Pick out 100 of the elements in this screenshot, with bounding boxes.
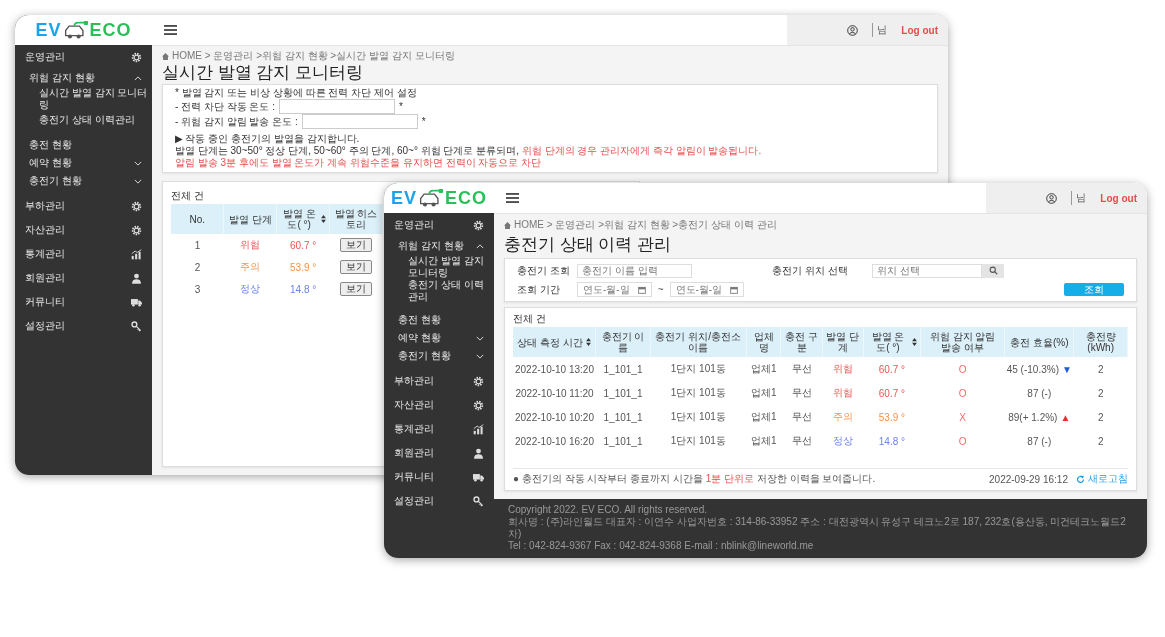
- table-cell: 2: [1097, 387, 1104, 399]
- sidebar-item[interactable]: 충전기 현황: [15, 172, 152, 190]
- warning-text: 알림 발송 3분 후에도 발열 온도가 계속 위험수준을 유지하면 전력이 자동으로 차단: [175, 157, 543, 169]
- table-cell: O: [958, 387, 967, 399]
- sidebar-item[interactable]: 설정관리: [15, 314, 152, 338]
- search-button[interactable]: [982, 263, 1004, 278]
- column-header: 상태 측정 시간: [517, 336, 583, 348]
- sidebar-item[interactable]: 회원관리: [15, 266, 152, 290]
- menu-icon: [164, 25, 177, 35]
- sidebar-item[interactable]: 운영관리: [15, 45, 152, 69]
- table-cell: 정상: [832, 435, 853, 446]
- gear-icon: [131, 200, 142, 212]
- sidebar-item[interactable]: 부하관리: [384, 369, 494, 393]
- sidebar-item[interactable]: 통계관리: [384, 417, 494, 441]
- table-cell: 60.7 °: [878, 387, 905, 399]
- table-cell: 위험: [832, 363, 853, 374]
- input-field[interactable]: [279, 99, 395, 114]
- home-icon: [162, 52, 169, 60]
- sidebar-item[interactable]: 커뮤니티: [384, 465, 494, 489]
- sidebar-item[interactable]: 충전기 상태 이력관리: [384, 279, 494, 303]
- sidebar-item[interactable]: 실시간 발열 감지 모니터링: [384, 255, 494, 279]
- user-circle-icon: [1046, 192, 1058, 204]
- bar-chart-icon: [473, 423, 484, 435]
- table-cell: 정상: [240, 283, 261, 294]
- sidebar-item[interactable]: 예약 현황: [384, 329, 494, 347]
- column-header: 발열 단계: [825, 331, 860, 353]
- search-icon: [988, 266, 998, 275]
- person-icon: [131, 272, 142, 284]
- table-cell: 업체1: [750, 435, 777, 446]
- table-cell: 위험: [832, 387, 853, 398]
- table-cell: 무선: [791, 387, 812, 398]
- column-header: 위험 감지 알림 발송 여부: [928, 331, 997, 353]
- sidebar-item[interactable]: 자산관리: [384, 393, 494, 417]
- table-cell: 1_101_1: [603, 411, 643, 423]
- settings-heading: * 발열 감지 또는 비상 상황에 따른 전력 차단 제어 설정: [175, 87, 418, 99]
- user-suffix: 님: [1071, 191, 1087, 205]
- footer-text: 회사명 : (주)라인월드 대표자 : 이연수 사업자번호 : 314-86-33952 주소 : 대전광역시 유성구 테크노2로 187, 232호(용산동, 미건테크노월드2차): [508, 516, 1127, 540]
- table-cell: 45 (-10.3%): [1006, 363, 1059, 375]
- timestamp: 2022-09-29 16:12: [989, 473, 1068, 485]
- table-cell: 3: [194, 283, 201, 295]
- sidebar-item[interactable]: 커뮤니티: [15, 290, 152, 314]
- sidebar-item[interactable]: 충전 현황: [15, 136, 152, 154]
- sidebar-item[interactable]: 충전기 상태 이력관리: [15, 111, 152, 128]
- gear-icon: [131, 51, 142, 63]
- home-icon: [504, 221, 511, 229]
- sidebar-item[interactable]: 충전 현황: [384, 311, 494, 329]
- sidebar-item[interactable]: 부하관리: [15, 194, 152, 218]
- table-cell: 2022-10-10 10:20: [515, 411, 594, 423]
- trend-icon: ▼: [1061, 363, 1072, 375]
- sidebar-item[interactable]: 실시간 발열 감지 모니터링: [15, 87, 152, 111]
- car-icon: [418, 188, 444, 208]
- view-button[interactable]: 보기: [340, 238, 373, 252]
- bar-chart-icon: [131, 248, 142, 260]
- location-field[interactable]: 위치 선택: [872, 263, 982, 278]
- column-header: 충전 효율(%): [1010, 336, 1069, 348]
- menu-icon: [506, 193, 519, 203]
- refresh-icon: [1076, 474, 1085, 484]
- view-button[interactable]: 보기: [340, 282, 373, 296]
- truck-icon: [131, 296, 142, 308]
- breadcrumb: HOME > 운영관리 >위험 감지 현황 >실시간 발열 감지 모니터링: [172, 50, 455, 62]
- column-header: 충전 구분: [784, 331, 819, 353]
- sidebar-item[interactable]: 설정관리: [384, 489, 494, 513]
- table-cell: 2: [1097, 363, 1104, 375]
- sidebar-item[interactable]: 위험 감지 현황: [384, 237, 494, 255]
- column-header: 충전량(kWh): [1084, 331, 1117, 353]
- table-cell: 14.8 °: [290, 283, 317, 295]
- key-icon: [131, 320, 142, 332]
- table-cell: 주의: [240, 261, 261, 272]
- user-circle-icon: [847, 24, 859, 36]
- field-label: - 전력 차단 작동 온도 :: [175, 100, 275, 113]
- column-header: 발열 히스토리: [333, 208, 379, 230]
- total-count: 전체 건: [513, 312, 546, 326]
- sidebar-item[interactable]: 통계관리: [15, 242, 152, 266]
- table-cell: 1: [194, 239, 201, 251]
- sidebar-item[interactable]: 위험 감지 현황: [15, 69, 152, 87]
- date-field[interactable]: 연도-월-일: [577, 282, 652, 297]
- table-cell: 2: [1097, 411, 1104, 423]
- total-count: 전체 건: [171, 189, 204, 203]
- sidebar-item[interactable]: 회원관리: [384, 441, 494, 465]
- table-cell: 60.7 °: [290, 239, 317, 251]
- calendar-icon: [730, 285, 739, 294]
- table-cell: 업체1: [750, 387, 777, 398]
- sidebar-item[interactable]: 예약 현황: [15, 154, 152, 172]
- gear-icon: [131, 224, 142, 236]
- footer-text: Tel : 042-824-9367 Fax : 042-824-9368 E-mail : nblink@lineworld.me: [508, 540, 815, 552]
- table-cell: 2: [1097, 435, 1104, 447]
- sidebar-item[interactable]: 운영관리: [384, 213, 494, 237]
- table-cell: 무선: [791, 411, 812, 422]
- table-cell: X: [959, 411, 966, 423]
- sidebar-item[interactable]: 충전기 현황: [384, 347, 494, 365]
- field-label: 충전기 조회: [517, 263, 571, 278]
- view-button[interactable]: 보기: [340, 260, 373, 274]
- logo-text: EV: [391, 187, 417, 209]
- date-field[interactable]: 연도-월-일: [669, 282, 745, 297]
- field-label: 충전기 위치 선택: [772, 263, 849, 278]
- input-field[interactable]: 충전기 이름 입력: [577, 263, 692, 278]
- sidebar-item[interactable]: 자산관리: [15, 218, 152, 242]
- input-field[interactable]: [301, 114, 418, 129]
- table-cell: 1_101_1: [603, 363, 643, 375]
- table-cell: O: [958, 363, 967, 375]
